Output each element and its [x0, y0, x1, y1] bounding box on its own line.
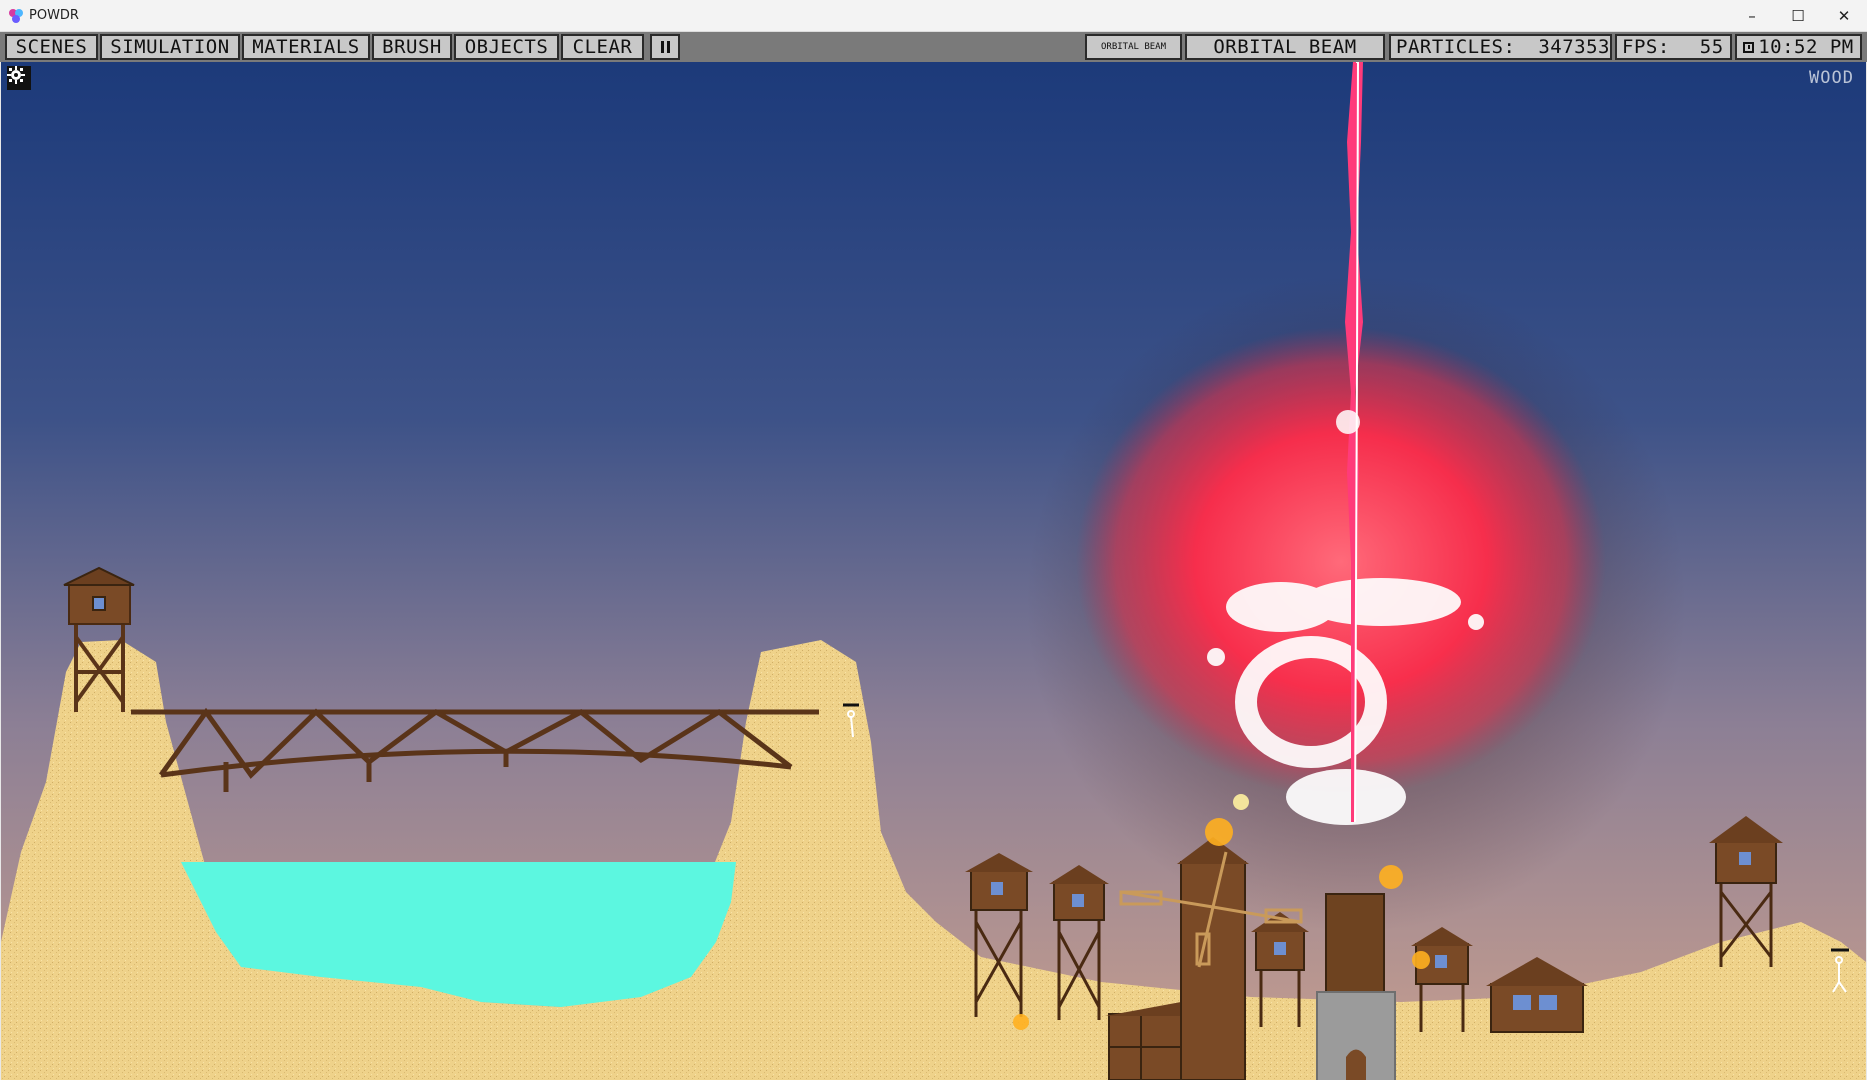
explosion-cloud [1076, 327, 1606, 797]
fps-label: FPS: [1622, 36, 1670, 58]
particles-label: PARTICLES: [1396, 36, 1516, 58]
particles-value: 347353 [1538, 36, 1610, 58]
window-title: POWDR [29, 8, 79, 23]
materials-button[interactable]: MATERIALS [242, 34, 370, 60]
app-icon [9, 8, 23, 23]
window-titlebar: POWDR – ☐ ✕ [0, 0, 1867, 32]
window-controls: – ☐ ✕ [1729, 0, 1867, 31]
pause-icon [660, 41, 670, 53]
scene-graphic [1, 62, 1866, 1080]
settings-gear-icon[interactable] [7, 66, 31, 90]
fps-value: 55 [1699, 36, 1724, 58]
particles-counter: PARTICLES: 347353 [1389, 34, 1612, 60]
close-button[interactable]: ✕ [1821, 0, 1867, 31]
hover-material-label: WOOD [1809, 68, 1854, 88]
fps-counter: FPS: 55 [1615, 34, 1732, 60]
material-preview-swatch[interactable]: ORBITAL BEAM [1085, 34, 1182, 60]
clock-icon [1743, 41, 1755, 53]
simulation-canvas[interactable]: WOOD [1, 62, 1866, 1080]
simulation-button[interactable]: SIMULATION [100, 34, 240, 60]
minimize-button[interactable]: – [1729, 0, 1775, 31]
game-toolbar: SCENES SIMULATION MATERIALS BRUSH OBJECT… [0, 32, 1867, 62]
scenes-button[interactable]: SCENES [5, 34, 98, 60]
pause-button[interactable] [650, 34, 680, 60]
selected-material-display: ORBITAL BEAM [1185, 34, 1385, 60]
maximize-button[interactable]: ☐ [1775, 0, 1821, 31]
clock-time: 10:52 PM [1758, 36, 1854, 58]
brush-button[interactable]: BRUSH [372, 34, 452, 60]
windmill-tower [1180, 861, 1246, 1080]
clock-display: 10:52 PM [1735, 34, 1862, 60]
clear-button[interactable]: CLEAR [561, 34, 644, 60]
objects-button[interactable]: OBJECTS [454, 34, 559, 60]
